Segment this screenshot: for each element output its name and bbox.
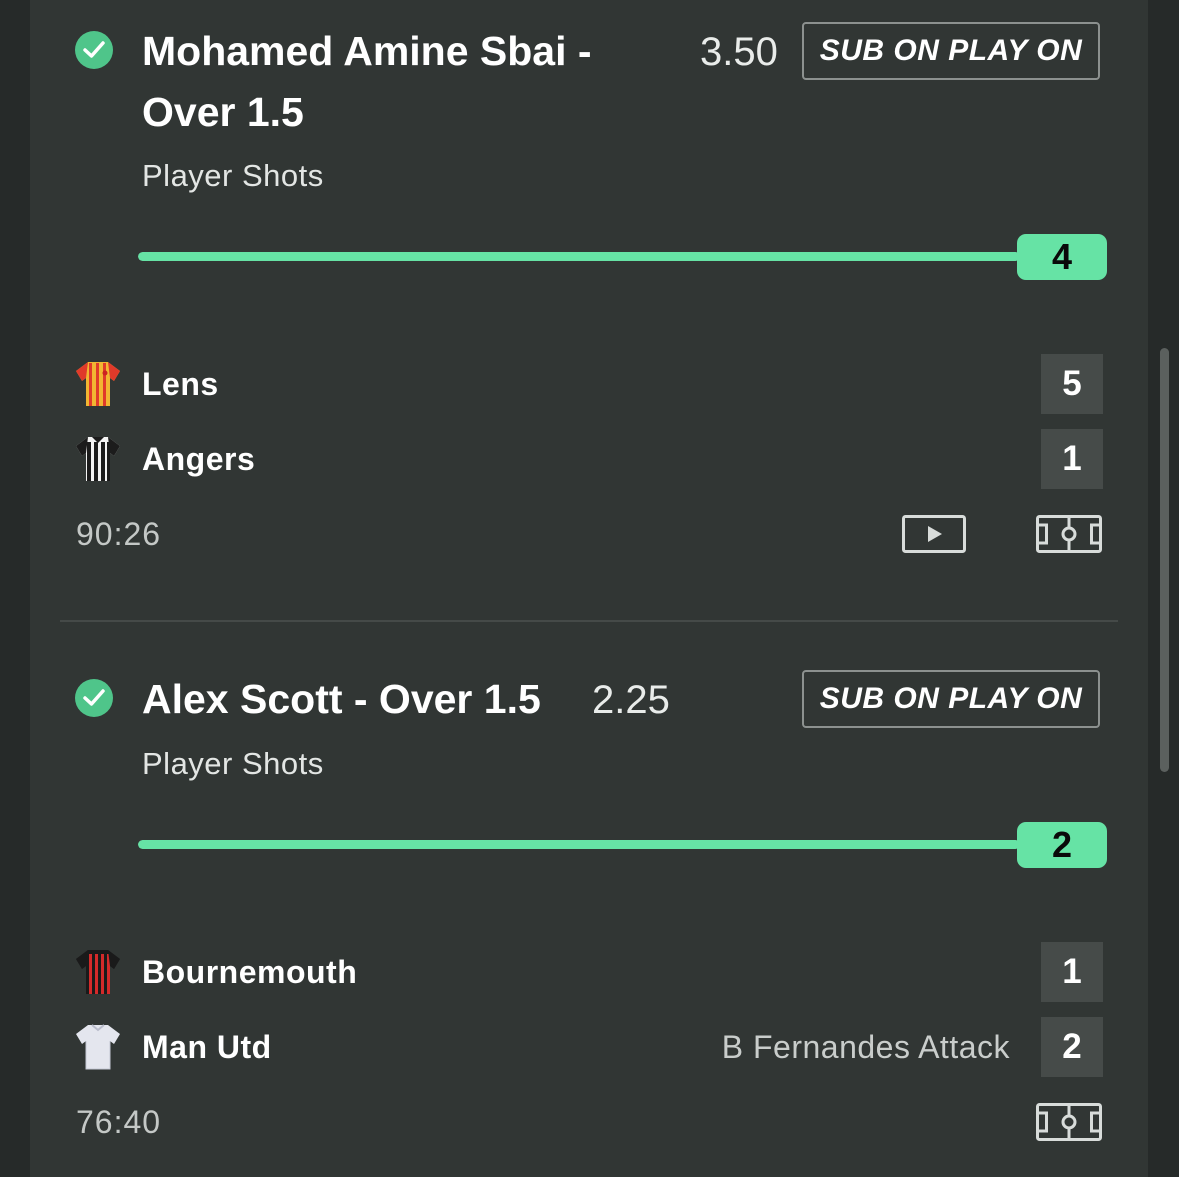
progress-track xyxy=(138,252,1020,261)
team-name: Angers xyxy=(142,441,256,477)
man-utd-kit-icon xyxy=(74,1022,122,1072)
match-clock: 76:40 xyxy=(76,1104,162,1140)
market-label: Player Shots xyxy=(142,746,324,781)
progress-fill xyxy=(138,840,1020,849)
match-clock: 90:26 xyxy=(76,516,162,552)
bet-list-panel: Mohamed Amine Sbai - Over 1.5 3.50 SUB O… xyxy=(30,0,1148,1177)
angers-kit-icon xyxy=(74,434,122,484)
progress-count-badge: 2 xyxy=(1017,822,1107,868)
check-circle-icon xyxy=(75,31,113,69)
team-name: Man Utd xyxy=(142,1029,272,1065)
check-circle-icon xyxy=(75,679,113,717)
lens-kit-icon xyxy=(74,359,122,409)
team-name: Bournemouth xyxy=(142,954,358,990)
sub-on-play-on-button[interactable]: SUB ON PLAY ON xyxy=(802,670,1100,728)
play-video-icon[interactable] xyxy=(902,515,966,558)
bournemouth-kit-icon xyxy=(74,947,122,997)
live-event-text: B Fernandes Attack xyxy=(721,1029,1010,1065)
pitch-icon[interactable] xyxy=(1036,515,1102,558)
team-name: Lens xyxy=(142,366,219,402)
selection-name: Alex Scott - Over 1.5 xyxy=(142,676,541,722)
progress-fill xyxy=(138,252,1020,261)
pitch-icon[interactable] xyxy=(1036,1103,1102,1146)
market-label: Player Shots xyxy=(142,158,324,193)
odds[interactable]: 3.50 xyxy=(700,28,778,76)
team-score: 1 xyxy=(1041,429,1103,489)
scrollbar-thumb[interactable] xyxy=(1160,348,1169,772)
sub-on-play-on-button[interactable]: SUB ON PLAY ON xyxy=(802,22,1100,80)
progress-track xyxy=(138,840,1020,849)
team-score: 5 xyxy=(1041,354,1103,414)
selection-name: Mohamed Amine Sbai - Over 1.5 xyxy=(142,28,592,135)
bet-card: Alex Scott - Over 1.5 2.25 SUB ON PLAY O… xyxy=(30,622,1148,1177)
bet-card: Mohamed Amine Sbai - Over 1.5 3.50 SUB O… xyxy=(30,0,1148,620)
team-score: 2 xyxy=(1041,1017,1103,1077)
team-score: 1 xyxy=(1041,942,1103,1002)
odds[interactable]: 2.25 xyxy=(592,676,670,724)
progress-count-badge: 4 xyxy=(1017,234,1107,280)
